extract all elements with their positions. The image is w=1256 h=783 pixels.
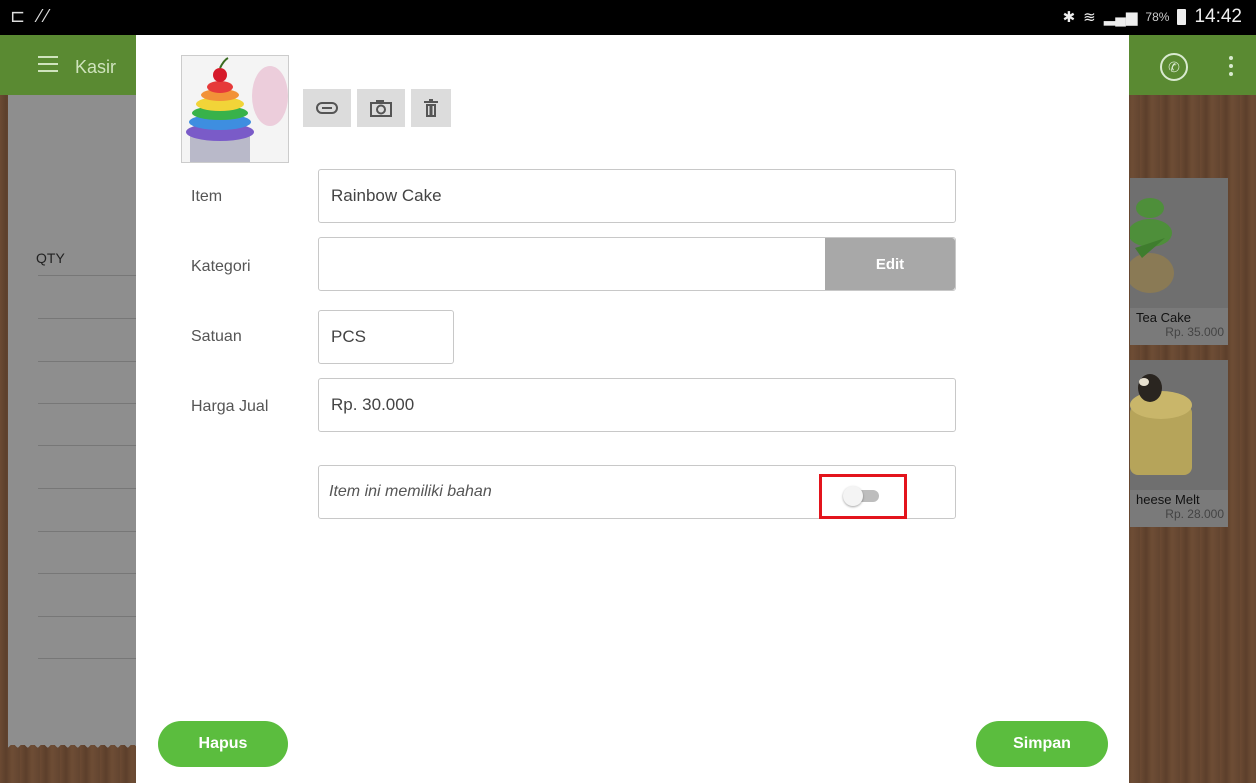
receipt-divider [38,488,138,489]
harga-jual-label: Harga Jual [191,398,269,415]
kategori-label: Kategori [191,258,251,275]
product-name: heese Melt [1136,492,1200,507]
product-price: Rp. 28.000 [1165,507,1224,521]
receipt-divider [38,403,138,404]
item-photo[interactable] [181,55,289,163]
receipt-divider [38,658,138,659]
signal-icon: ▂▄▆ [1103,9,1138,26]
rainbow-cupcake-image [182,56,288,162]
product-price: Rp. 35.000 [1165,325,1224,339]
kategori-input[interactable] [329,238,809,290]
item-label: Item [191,188,223,205]
simpan-button[interactable]: Simpan [976,721,1108,767]
toggle-knob[interactable] [843,486,863,506]
product-image [1130,178,1228,308]
receipt-divider [38,616,138,617]
bahan-toggle-label: Item ini memiliki bahan [329,483,492,500]
edit-item-dialog: Item Kategori Edit Satuan Harga Jual Ite… [136,35,1129,783]
bluetooth-icon: ✱ [1062,9,1076,26]
edit-kategori-button[interactable]: Edit [825,238,955,290]
receipt-divider [38,318,138,319]
battery-percent: 78% [1145,10,1170,24]
clock: 14:42 [1194,6,1242,27]
wifi-icon: ≋ [1083,9,1096,26]
delete-photo-button[interactable] [411,89,451,127]
receipt-divider [38,361,138,362]
product-card[interactable]: Tea Cake Rp. 35.000 [1130,178,1228,345]
receipt-divider [38,573,138,574]
qty-header: QTY [36,250,65,266]
product-image [1130,360,1228,490]
phone-icon[interactable]: ✆ [1160,53,1188,81]
paperclip-icon [316,102,338,114]
receipt-divider [38,275,138,276]
notification-icons: ⊏ ⁄⁄ [10,6,53,26]
receipt-divider [38,445,138,446]
camera-button[interactable] [357,89,405,127]
status-bar: ⊏ ⁄⁄ ✱ ≋ ▂▄▆ 78% 14:42 [0,0,1256,35]
trash-icon [424,99,438,117]
camera-icon [370,100,392,117]
satuan-label: Satuan [191,328,242,345]
item-field[interactable] [318,169,956,223]
status-right: ✱ ≋ ▂▄▆ 78% 14:42 [1063,6,1242,28]
item-input[interactable] [329,170,902,222]
product-name: Tea Cake [1136,310,1191,325]
bahan-toggle-row: Item ini memiliki bahan [318,465,956,519]
kategori-field[interactable]: Edit [318,237,956,291]
battery-icon [1177,9,1187,25]
satuan-field[interactable] [318,310,454,364]
receipt-torn-edge [8,743,138,753]
overflow-menu-icon[interactable] [1228,52,1234,82]
satuan-input[interactable] [329,311,439,363]
receipt-panel: QTY [8,95,138,753]
harga-jual-input[interactable] [329,379,902,431]
product-card[interactable]: heese Melt Rp. 28.000 [1130,360,1228,527]
receipt-divider [38,531,138,532]
app-title: Kasir [75,57,117,77]
attach-button[interactable] [303,89,351,127]
harga-jual-field[interactable] [318,378,956,432]
hapus-button[interactable]: Hapus [158,721,288,767]
hamburger-menu-icon[interactable] [38,56,58,72]
